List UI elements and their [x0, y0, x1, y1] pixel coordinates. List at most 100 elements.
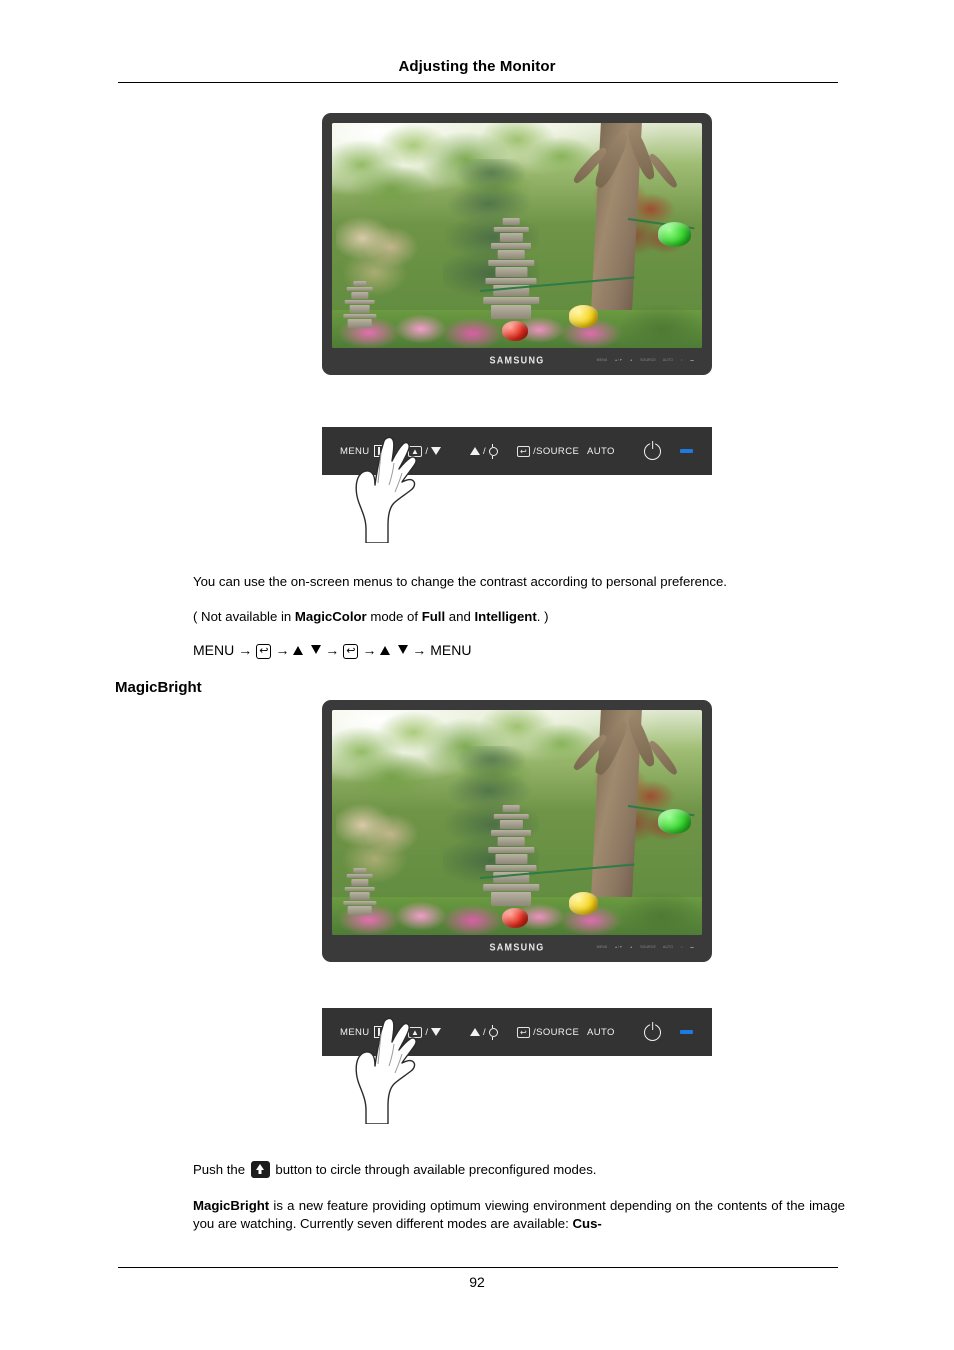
panel-source-label: /SOURCE [533, 1026, 580, 1038]
push-suffix: button to circle through available preco… [271, 1162, 597, 1177]
note-intelligent: Intelligent [474, 609, 537, 624]
menu-bars-icon [373, 1026, 391, 1038]
boxed-enter-icon: ↩ [517, 1026, 531, 1038]
control-panel-bar: MENU ▲ / / ↩ /SOURCE AUTO [322, 427, 712, 475]
bezel-key-label: ▬ [690, 945, 694, 949]
bezel-key-label: ▲/▼ [614, 945, 623, 949]
desc-trailing-term: Cus- [572, 1215, 602, 1231]
panel-button-down[interactable]: ▲ / [408, 1026, 442, 1038]
page-header-title: Adjusting the Monitor [398, 58, 556, 75]
panel-button-auto[interactable]: AUTO [587, 1027, 615, 1038]
panel-auto-label: AUTO [587, 1026, 615, 1038]
bezel-key-label: SOURCE [640, 358, 656, 362]
note-prefix: ( Not available in [193, 609, 295, 624]
triangle-down-icon [431, 1028, 442, 1036]
bezel-key-label: ☼ [680, 358, 684, 362]
boxed-up-arrow-icon: ▲ [408, 445, 423, 457]
arrow-right-icon: → [412, 642, 427, 658]
triangle-up-icon [470, 1028, 480, 1036]
contrast-note-paragraph: ( Not available in MagicColor mode of Fu… [193, 608, 845, 626]
triangle-down-icon [311, 645, 322, 654]
power-led-icon [680, 1030, 693, 1034]
panel-down-label: / [425, 1026, 429, 1038]
panel-button-down[interactable]: ▲ / [408, 445, 442, 457]
panel-button-source[interactable]: ↩ /SOURCE [517, 1026, 580, 1038]
bezel-key-label: ▲ [629, 358, 634, 362]
monitor-bezel-bottom: SAMSUNG MENU ▲/▼ ▲ SOURCE AUTO ☼ ▬ [332, 935, 702, 959]
bezel-key-labels: MENU ▲/▼ ▲ SOURCE AUTO ☼ ▬ [597, 358, 694, 362]
screen-photo-lantern-yellow [568, 892, 599, 915]
page-number: 92 [469, 1274, 485, 1290]
triangle-up-icon [293, 646, 304, 655]
desc-bold-term: MagicBright [193, 1198, 270, 1213]
samsung-logo: SAMSUNG [489, 354, 545, 366]
screen-photo-grass [620, 289, 702, 348]
screen-photo-pagoda [483, 217, 540, 331]
arrow-right-icon: → [362, 642, 377, 658]
section-heading-magicbright: MagicBright [115, 679, 202, 696]
bezel-key-label: MENU [596, 358, 608, 362]
panel-button-up[interactable]: / [470, 1024, 499, 1040]
menu-navigation-sequence: MENU → ↩ → → ↩ → → MENU [193, 641, 845, 660]
bezel-key-labels: MENU ▲/▼ ▲ SOURCE AUTO ☼ ▬ [597, 945, 694, 949]
screen-photo-pagoda-small [343, 280, 377, 335]
monitor-illustration-top: SAMSUNG MENU ▲/▼ ▲ SOURCE AUTO ☼ ▬ [322, 113, 712, 375]
brightness-sun-icon [489, 1024, 499, 1040]
panel-auto-label: AUTO [587, 445, 615, 457]
panel-up-label: / [483, 445, 487, 457]
footer-divider [118, 1267, 838, 1268]
power-icon [644, 442, 661, 460]
triangle-down-icon [431, 447, 442, 455]
boxed-enter-icon: ↩ [517, 445, 531, 457]
screen-photo-grass [620, 876, 702, 935]
push-button-paragraph: Push the button to circle through availa… [193, 1161, 845, 1179]
push-prefix: Push the [193, 1162, 249, 1177]
panel-menu-label: MENU [340, 1026, 370, 1038]
control-panel-illustration-bottom: MENU ▲ / / ↩ /SOURCE AUTO [322, 1008, 712, 1124]
panel-button-power[interactable] [644, 442, 661, 460]
bezel-key-label: AUTO [662, 358, 674, 362]
panel-source-label: /SOURCE [533, 445, 580, 457]
screen-photo-lantern-green [657, 222, 691, 247]
panel-up-label: / [483, 1026, 487, 1038]
boxed-up-arrow-icon: ▲ [408, 1026, 423, 1038]
control-panel-bar: MENU ▲ / / ↩ /SOURCE AUTO [322, 1008, 712, 1056]
bezel-key-label: SOURCE [640, 945, 656, 949]
screen-photo-pagoda [483, 804, 540, 918]
arrow-right-icon: → [238, 642, 253, 658]
panel-down-label: / [425, 445, 429, 457]
bezel-key-label: ▲/▼ [614, 358, 623, 362]
panel-button-power[interactable] [644, 1023, 661, 1041]
panel-button-source[interactable]: ↩ /SOURCE [517, 445, 580, 457]
brightness-sun-icon [489, 443, 499, 459]
arrow-right-icon: → [325, 642, 340, 658]
note-suffix: . ) [536, 609, 549, 624]
power-led-icon [680, 449, 693, 453]
panel-button-auto[interactable]: AUTO [587, 446, 615, 457]
monitor-screen-top [332, 123, 702, 348]
panel-button-menu[interactable]: MENU [340, 1026, 391, 1038]
desc-body: is a new feature providing optimum viewi… [193, 1198, 845, 1231]
panel-button-up[interactable]: / [470, 443, 499, 459]
bezel-key-label: ▬ [690, 358, 694, 362]
panel-button-menu[interactable]: MENU [340, 445, 391, 457]
header-divider [118, 82, 838, 83]
bezel-key-label: AUTO [662, 945, 674, 949]
screen-photo-lantern-red [502, 321, 529, 342]
note-and: and [445, 609, 475, 624]
monitor-bezel-bottom: SAMSUNG MENU ▲/▼ ▲ SOURCE AUTO ☼ ▬ [332, 348, 702, 372]
magicbright-button-icon [250, 1161, 270, 1178]
power-led-indicator [680, 1030, 693, 1034]
screen-photo-lantern-green [657, 809, 691, 834]
screen-photo-lantern-yellow [568, 305, 599, 328]
bezel-key-label: ☼ [680, 945, 684, 949]
enter-key-icon: ↩ [343, 644, 359, 659]
panel-menu-label: MENU [340, 445, 370, 457]
samsung-logo: SAMSUNG [489, 941, 545, 953]
triangle-up-icon [380, 646, 391, 655]
menu-bars-icon [373, 445, 391, 457]
arrow-right-icon: → [275, 642, 290, 658]
triangle-up-icon [470, 447, 480, 455]
power-led-indicator [680, 449, 693, 453]
magicbright-description-paragraph: MagicBright is a new feature providing o… [193, 1197, 845, 1233]
